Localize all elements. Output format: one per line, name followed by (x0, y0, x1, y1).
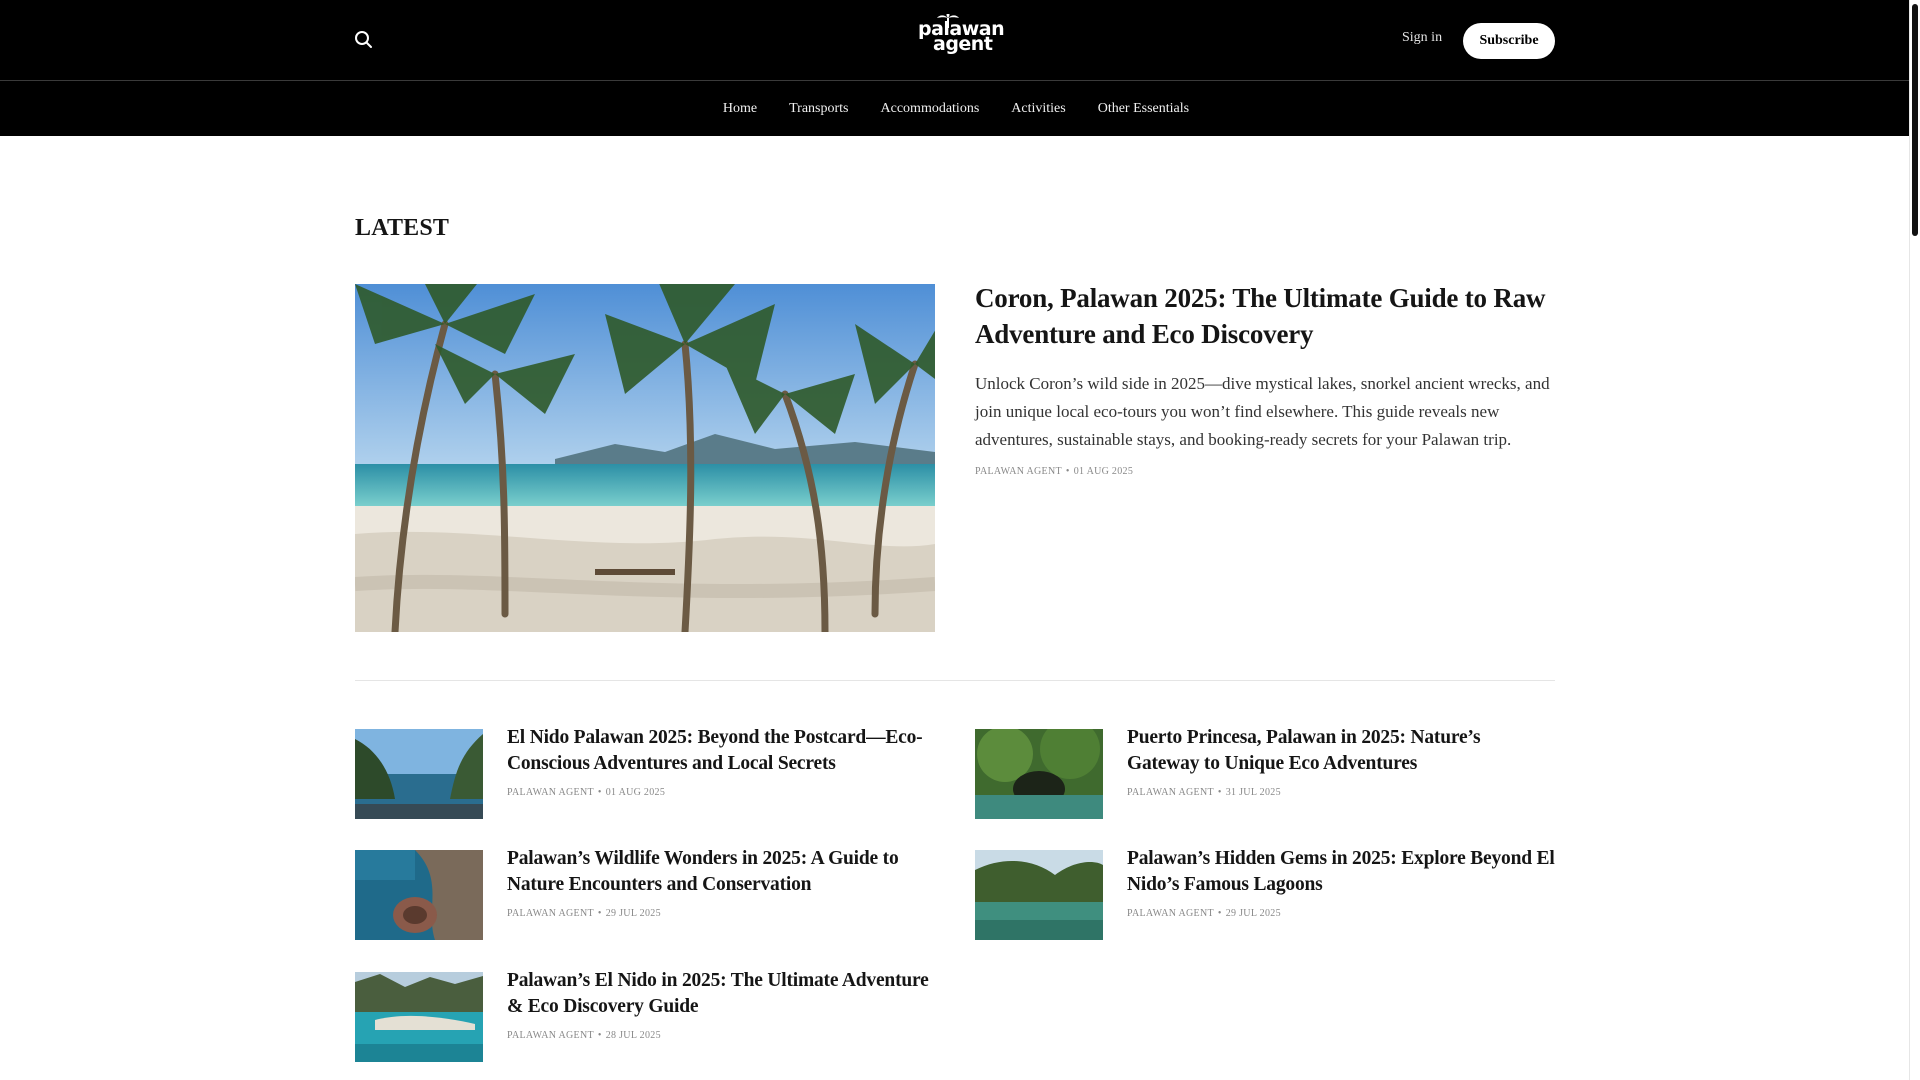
post-card: Palawan’s Hidden Gems in 2025: Explore B… (975, 848, 1555, 942)
post-author[interactable]: PALAWAN AGENT (1127, 908, 1214, 919)
nav-item-home[interactable]: Home (723, 101, 757, 117)
nav-item-transports[interactable]: Transports (789, 101, 848, 117)
featured-post-title[interactable]: Coron, Palawan 2025: The Ultimate Guide … (975, 280, 1555, 352)
nav-item-accommodations[interactable]: Accommodations (881, 101, 980, 117)
site-header: palawan agent Sign in Subscribe Home Tra… (0, 0, 1910, 136)
post-author[interactable]: PALAWAN AGENT (975, 466, 1062, 477)
search-button[interactable] (352, 28, 376, 52)
post-meta: PALAWAN AGENT • 28 JUL 2025 (507, 1030, 935, 1041)
meta-separator: • (1217, 908, 1222, 919)
scrollbar-thumb[interactable] (1912, 4, 1918, 236)
post-title[interactable]: Puerto Princesa, Palawan in 2025: Nature… (1127, 725, 1555, 777)
post-meta: PALAWAN AGENT • 29 JUL 2025 (1127, 908, 1555, 919)
post-title[interactable]: Palawan’s Hidden Gems in 2025: Explore B… (1127, 846, 1555, 898)
post-date: 28 JUL 2025 (605, 1030, 661, 1041)
post-date: 29 JUL 2025 (605, 908, 661, 919)
scrollbar[interactable] (1909, 0, 1920, 1080)
post-author[interactable]: PALAWAN AGENT (1127, 787, 1214, 798)
post-date: 29 JUL 2025 (1225, 908, 1281, 919)
featured-post: Coron, Palawan 2025: The Ultimate Guide … (975, 280, 1555, 477)
post-thumbnail[interactable] (975, 729, 1103, 819)
post-meta: PALAWAN AGENT • 01 AUG 2025 (507, 787, 935, 798)
featured-post-excerpt: Unlock Coron’s wild side in 2025—dive my… (975, 374, 1550, 449)
meta-separator: • (1065, 466, 1070, 477)
section-title: LATEST (355, 215, 450, 241)
search-icon (355, 31, 372, 48)
sign-in-link[interactable]: Sign in (1402, 30, 1442, 46)
post-author[interactable]: PALAWAN AGENT (507, 908, 594, 919)
post-date: 31 JUL 2025 (1225, 787, 1281, 798)
section-divider (355, 680, 1555, 681)
meta-separator: • (597, 908, 602, 919)
meta-separator: • (597, 1030, 602, 1041)
meta-separator: • (1217, 787, 1222, 798)
main-nav: Home Transports Accommodations Activitie… (0, 81, 1910, 136)
post-date: 01 AUG 2025 (605, 787, 666, 798)
post-title[interactable]: Palawan’s El Nido in 2025: The Ultimate … (507, 968, 935, 1020)
post-thumbnail[interactable] (355, 850, 483, 940)
subscribe-button[interactable]: Subscribe (1463, 23, 1555, 59)
site-logo[interactable]: palawan agent (915, 14, 1005, 58)
featured-post-image[interactable] (355, 284, 935, 632)
nav-item-activities[interactable]: Activities (1011, 101, 1065, 117)
meta-separator: • (597, 787, 602, 798)
post-date: 01 AUG 2025 (1073, 466, 1134, 477)
post-thumbnail[interactable] (975, 850, 1103, 940)
nav-item-other-essentials[interactable]: Other Essentials (1098, 101, 1189, 117)
post-meta: PALAWAN AGENT • 29 JUL 2025 (507, 908, 935, 919)
post-card: Palawan’s El Nido in 2025: The Ultimate … (355, 970, 935, 1064)
post-title[interactable]: Palawan’s Wildlife Wonders in 2025: A Gu… (507, 846, 935, 898)
post-card: El Nido Palawan 2025: Beyond the Postcar… (355, 727, 935, 821)
post-author[interactable]: PALAWAN AGENT (507, 787, 594, 798)
post-meta: PALAWAN AGENT • 01 AUG 2025 (975, 466, 1555, 477)
post-card: Palawan’s Wildlife Wonders in 2025: A Gu… (355, 848, 935, 942)
post-meta: PALAWAN AGENT • 31 JUL 2025 (1127, 787, 1555, 798)
post-card: Puerto Princesa, Palawan in 2025: Nature… (975, 727, 1555, 821)
post-title[interactable]: El Nido Palawan 2025: Beyond the Postcar… (507, 725, 935, 777)
post-author[interactable]: PALAWAN AGENT (507, 1030, 594, 1041)
post-thumbnail[interactable] (355, 729, 483, 819)
top-bar: palawan agent Sign in Subscribe (0, 0, 1910, 81)
post-thumbnail[interactable] (355, 972, 483, 1062)
